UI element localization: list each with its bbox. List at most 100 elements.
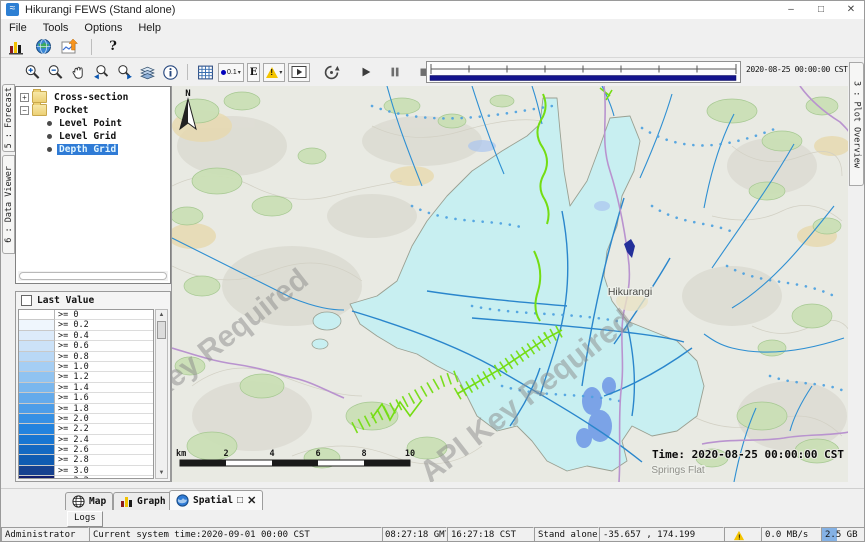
menu-options[interactable]: Options	[76, 22, 130, 34]
tree-horizontal-scrollbar[interactable]	[18, 271, 168, 281]
logs-button[interactable]: Logs	[67, 511, 103, 527]
map-canvas[interactable]: API Key Required API Key Required N km 2…	[172, 86, 848, 482]
legend-swatch	[19, 320, 55, 330]
animation-settings-icon[interactable]	[321, 62, 341, 82]
tab-map[interactable]: Map	[65, 492, 113, 510]
expander-icon[interactable]: +	[20, 93, 29, 102]
zoom-out-icon[interactable]	[45, 62, 65, 82]
legend-row: >= 0.2	[19, 320, 153, 330]
tab-data-viewer[interactable]: 6 : Data Viewer	[2, 155, 15, 254]
legend-label: >= 1.4	[55, 383, 153, 393]
globe-wireframe-icon	[72, 495, 85, 508]
export-animation-button[interactable]	[288, 63, 310, 82]
status-mode: Stand alone	[534, 527, 599, 542]
legend-swatch	[19, 476, 55, 479]
tab-restore-icon[interactable]: □	[237, 496, 243, 506]
legend-label: >= 2.2	[55, 424, 153, 434]
menu-tools[interactable]: Tools	[35, 22, 77, 34]
app-icon: ≈	[6, 3, 19, 16]
zoom-previous-icon[interactable]	[91, 62, 111, 82]
maximize-button[interactable]: □	[806, 1, 836, 19]
menu-file[interactable]: File	[1, 22, 35, 34]
grid-layer-icon[interactable]	[195, 62, 215, 82]
pause-icon[interactable]	[385, 62, 405, 82]
legend-row: >= 2.8	[19, 455, 153, 465]
legend-swatch	[19, 362, 55, 372]
timeline-slider[interactable]	[426, 61, 741, 83]
legend-row: >= 0.6	[19, 341, 153, 351]
legend-label: >= 1.8	[55, 404, 153, 414]
menu-bar: File Tools Options Help	[1, 19, 865, 36]
svg-text:8: 8	[361, 449, 366, 459]
minimize-button[interactable]: –	[776, 1, 806, 19]
map-time-label: Time: 2020-08-25 00:00:00 CST	[652, 448, 844, 461]
layers-icon[interactable]	[137, 62, 157, 82]
status-warning[interactable]: !	[724, 527, 761, 542]
globe-icon[interactable]	[33, 38, 53, 56]
status-system-time: Current system time:2020-09-01 00:00 CST	[89, 527, 382, 542]
tab-close-icon[interactable]: ✕	[247, 496, 256, 506]
tree-node-level-grid[interactable]: Level Grid	[16, 130, 170, 142]
tree-node-level-point[interactable]: Level Point	[16, 117, 170, 129]
thresholds-dropdown[interactable]: ! ▾	[263, 63, 285, 82]
toolbar-separator	[91, 39, 92, 55]
last-value-label: Last Value	[37, 295, 94, 306]
legend-row: >= 2.6	[19, 445, 153, 455]
last-value-checkbox[interactable]	[21, 295, 32, 306]
svg-text:4: 4	[269, 449, 274, 459]
legend-toggle-button[interactable]: E	[247, 63, 261, 82]
tree-node-pocket[interactable]: − Pocket	[16, 104, 170, 116]
legend-row: >= 3.2	[19, 476, 153, 479]
help-icon[interactable]: ?	[103, 38, 123, 56]
database-chart-icon[interactable]	[6, 38, 26, 56]
play-icon[interactable]	[356, 62, 376, 82]
legend-label: >= 0	[55, 310, 153, 320]
expander-icon[interactable]: −	[20, 106, 29, 115]
legend-row: >= 1.4	[19, 383, 153, 393]
zoom-in-icon[interactable]	[22, 62, 42, 82]
tab-spatial[interactable]: Spatial □ ✕	[169, 490, 263, 510]
bullet-icon	[47, 121, 52, 126]
main-toolbar: ?	[1, 36, 865, 58]
status-bar: Administrator Current system time:2020-0…	[1, 527, 865, 542]
spatial-display-icon[interactable]	[60, 38, 80, 56]
legend-row: >= 0.8	[19, 352, 153, 362]
zoom-next-icon[interactable]	[114, 62, 134, 82]
tab-graph[interactable]: Graph	[113, 492, 173, 510]
scrollbar-thumb[interactable]	[157, 321, 166, 339]
legend-label: >= 1.6	[55, 393, 153, 403]
legend-swatch	[19, 331, 55, 341]
warning-icon: !	[734, 530, 744, 539]
svg-text:km: km	[176, 449, 186, 459]
legend-swatch	[19, 341, 55, 351]
label-density-dropdown[interactable]: 0.1 ▾	[218, 63, 244, 82]
legend-swatch	[19, 466, 55, 476]
legend-label: >= 1.0	[55, 362, 153, 372]
tab-forecast[interactable]: 5 : Forecast	[2, 84, 15, 152]
legend-swatch	[19, 424, 55, 434]
map-toolbar: 0.1 ▾ E ! ▾	[15, 58, 848, 86]
legend-label: >= 1.2	[55, 372, 153, 382]
close-button[interactable]: ✕	[836, 1, 865, 19]
menu-help[interactable]: Help	[130, 22, 169, 34]
scroll-down-icon[interactable]: ▼	[156, 468, 167, 478]
right-tab-strip: 3 : Plot Overview	[848, 58, 865, 488]
status-coordinates: -35.657 , 174.199	[599, 527, 724, 542]
toolbar-separator	[187, 64, 188, 80]
status-network: 0.0 MB/s	[761, 527, 821, 542]
scrollbar-thumb[interactable]	[19, 272, 167, 280]
legend-swatch	[19, 310, 55, 320]
legend-row: >= 0.4	[19, 331, 153, 341]
status-local-time: 16:27:18 CST	[447, 527, 534, 542]
legend-scrollbar[interactable]: ▲ ▼	[155, 309, 168, 479]
tab-plot-overview[interactable]: 3 : Plot Overview	[849, 62, 864, 186]
tree-node-depth-grid[interactable]: Depth Grid	[16, 143, 170, 155]
legend-label: >= 2.6	[55, 445, 153, 455]
pan-hand-icon[interactable]	[68, 62, 88, 82]
scroll-up-icon[interactable]: ▲	[156, 310, 167, 320]
legend-row: >= 1.8	[19, 404, 153, 414]
logs-row: Logs	[1, 510, 865, 527]
info-icon[interactable]	[160, 62, 180, 82]
legend-label: >= 0.8	[55, 352, 153, 362]
folder-icon	[32, 104, 47, 116]
